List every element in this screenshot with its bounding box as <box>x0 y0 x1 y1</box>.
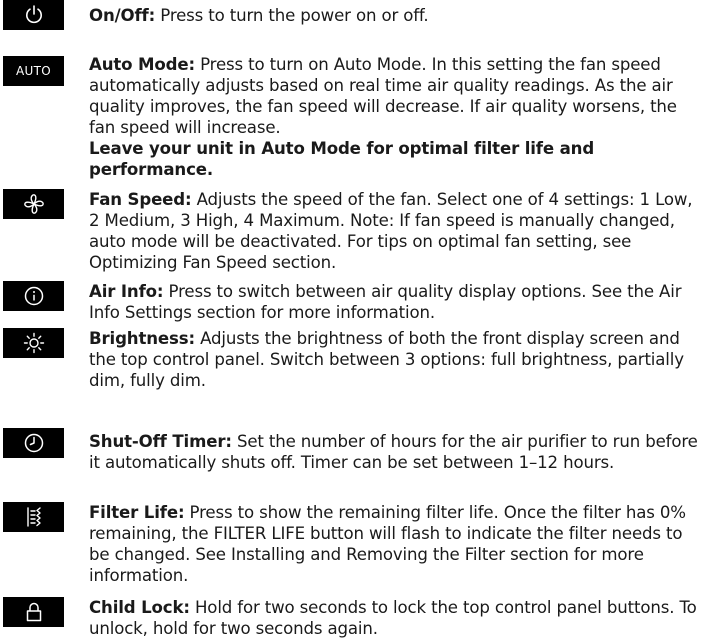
item-term: Brightness: <box>89 329 195 348</box>
item-term: Child Lock: <box>89 598 190 617</box>
item-description: Child Lock: Hold for two seconds to lock… <box>89 597 707 639</box>
lock-icon <box>26 602 41 622</box>
item-text: Press to turn the power on or off. <box>155 6 429 25</box>
clock-icon <box>24 433 43 453</box>
power-icon <box>25 5 42 24</box>
power-button-badge <box>3 0 64 30</box>
auto-button-badge: AUTO <box>3 56 64 86</box>
fan-button-badge <box>3 189 64 219</box>
item-term: Auto Mode: <box>89 55 195 74</box>
item-text: Press to switch between air quality disp… <box>89 282 682 322</box>
item-term: Shut-Off Timer: <box>89 432 232 451</box>
filter-button-badge <box>3 502 64 532</box>
item-description: Fan Speed: Adjusts the speed of the fan.… <box>89 189 707 273</box>
item-description: Auto Mode: Press to turn on Auto Mode. I… <box>89 54 707 180</box>
filter-icon <box>26 507 41 527</box>
info-icon <box>24 286 43 306</box>
item-description: Shut-Off Timer: Set the number of hours … <box>89 431 707 473</box>
info-button-badge <box>3 281 64 311</box>
sun-icon <box>23 332 44 354</box>
item-description: Air Info: Press to switch between air qu… <box>89 281 707 323</box>
item-term: Fan Speed: <box>89 190 192 209</box>
item-term: Filter Life: <box>89 503 185 522</box>
item-term: On/Off: <box>89 6 156 25</box>
fan-icon <box>23 194 44 214</box>
item-description: On/Off: Press to turn the power on or of… <box>89 5 707 26</box>
brightness-button-badge <box>3 328 64 358</box>
auto-label: AUTO <box>16 64 51 78</box>
timer-button-badge <box>3 428 64 458</box>
item-term: Air Info: <box>89 282 164 301</box>
item-emphasis: Leave your unit in Auto Mode for optimal… <box>89 139 595 179</box>
item-description: Filter Life: Press to show the remaining… <box>89 502 707 586</box>
lock-button-badge <box>3 597 64 627</box>
item-description: Brightness: Adjusts the brightness of bo… <box>89 328 707 391</box>
